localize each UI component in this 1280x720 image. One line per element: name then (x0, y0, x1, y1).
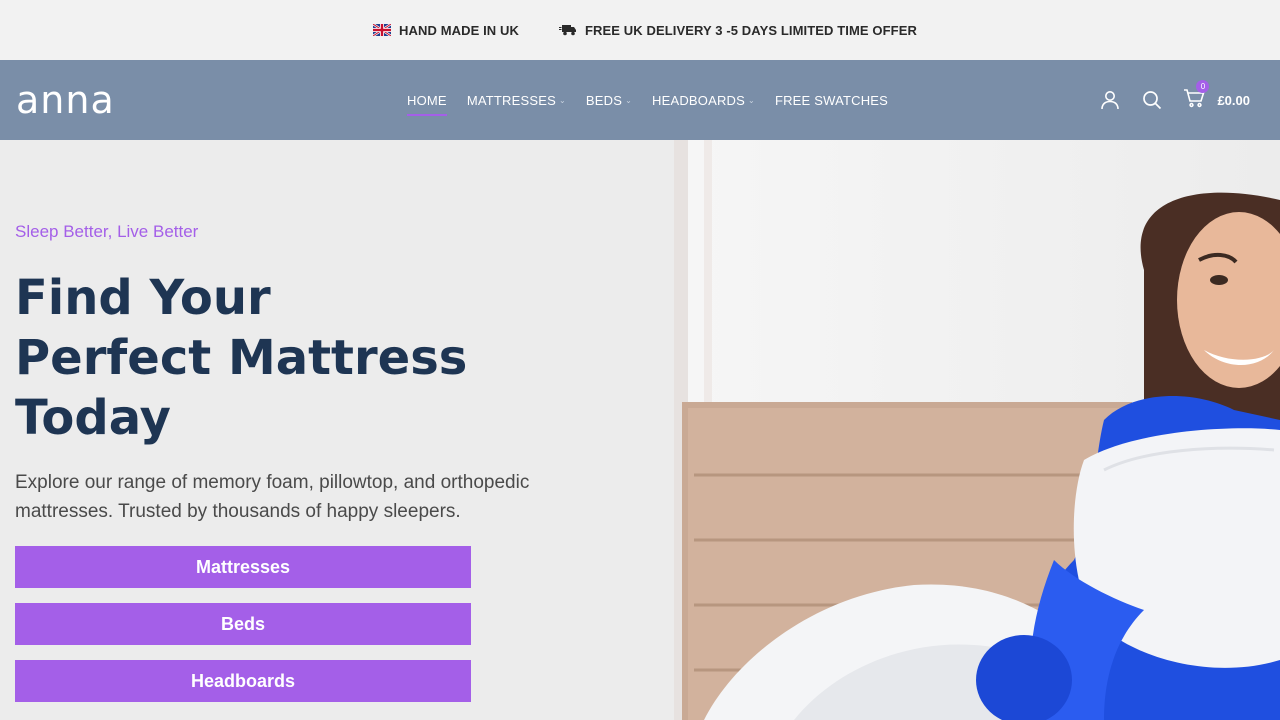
cart-count-badge: 0 (1196, 79, 1210, 93)
nav-item-mattresses[interactable]: MATTRESSES ⌄ (467, 93, 566, 108)
nav-item-label: BEDS (585, 92, 623, 108)
nav-item-free-swatches[interactable]: FREE SWATCHES (775, 93, 888, 108)
hero-headline: Find Your Perfect Mattress Today (15, 268, 655, 448)
delivery-label: FREE UK DELIVERY 3 -5 DAYS LIMITED TIME … (585, 22, 917, 38)
nav-item-label: HEADBOARDS (652, 92, 746, 108)
headline-line: Perfect Mattress (15, 330, 468, 386)
user-icon[interactable] (1099, 89, 1121, 111)
handmade-label: HAND MADE IN UK (399, 22, 519, 38)
headboards-button[interactable]: Headboards (15, 660, 471, 702)
nav-item-label: MATTRESSES (466, 92, 556, 108)
nav-item-home[interactable]: HOME (407, 92, 447, 116)
header-actions: 0 £0.00 (1099, 60, 1250, 140)
site-logo[interactable]: anna (16, 80, 115, 120)
hero-tagline: Sleep Better, Live Better (15, 222, 199, 241)
chevron-down-icon: ⌄ (558, 95, 566, 105)
hero-content: Sleep Better, Live Better Find Your Perf… (0, 140, 674, 720)
search-icon[interactable] (1141, 89, 1163, 111)
headline-line: Find Your (15, 270, 271, 326)
beds-button[interactable]: Beds (15, 603, 471, 645)
delivery-notice: FREE UK DELIVERY 3 -5 DAYS LIMITED TIME … (559, 23, 917, 38)
nav-item-label: FREE SWATCHES (774, 92, 889, 108)
site-header: anna HOME MATTRESSES ⌄ BEDS ⌄ HEADBOARDS… (0, 60, 1280, 140)
nav-item-headboards[interactable]: HEADBOARDS ⌄ (652, 93, 755, 108)
chevron-down-icon: ⌄ (748, 95, 755, 105)
nav-item-beds[interactable]: BEDS ⌄ (586, 93, 632, 108)
main-nav: HOME MATTRESSES ⌄ BEDS ⌄ HEADBOARDS ⌄ FR… (407, 60, 888, 140)
woman-in-bed-photo (674, 140, 1280, 720)
hero-image (674, 140, 1280, 720)
cart-button[interactable]: 0 £0.00 (1183, 79, 1250, 113)
headline-line: Today (15, 390, 171, 446)
handmade-notice: HAND MADE IN UK (373, 23, 519, 38)
cart-total: £0.00 (1217, 92, 1250, 108)
nav-item-label: HOME (407, 92, 447, 108)
announcement-bar: HAND MADE IN UK FREE UK DELIVERY 3 -5 DA… (0, 0, 1280, 60)
delivery-truck-icon (559, 24, 577, 36)
uk-flag-icon (373, 24, 392, 36)
hero-description: Explore our range of memory foam, pillow… (15, 472, 530, 522)
mattresses-button[interactable]: Mattresses (15, 546, 471, 588)
chevron-down-icon: ⌄ (625, 95, 632, 105)
